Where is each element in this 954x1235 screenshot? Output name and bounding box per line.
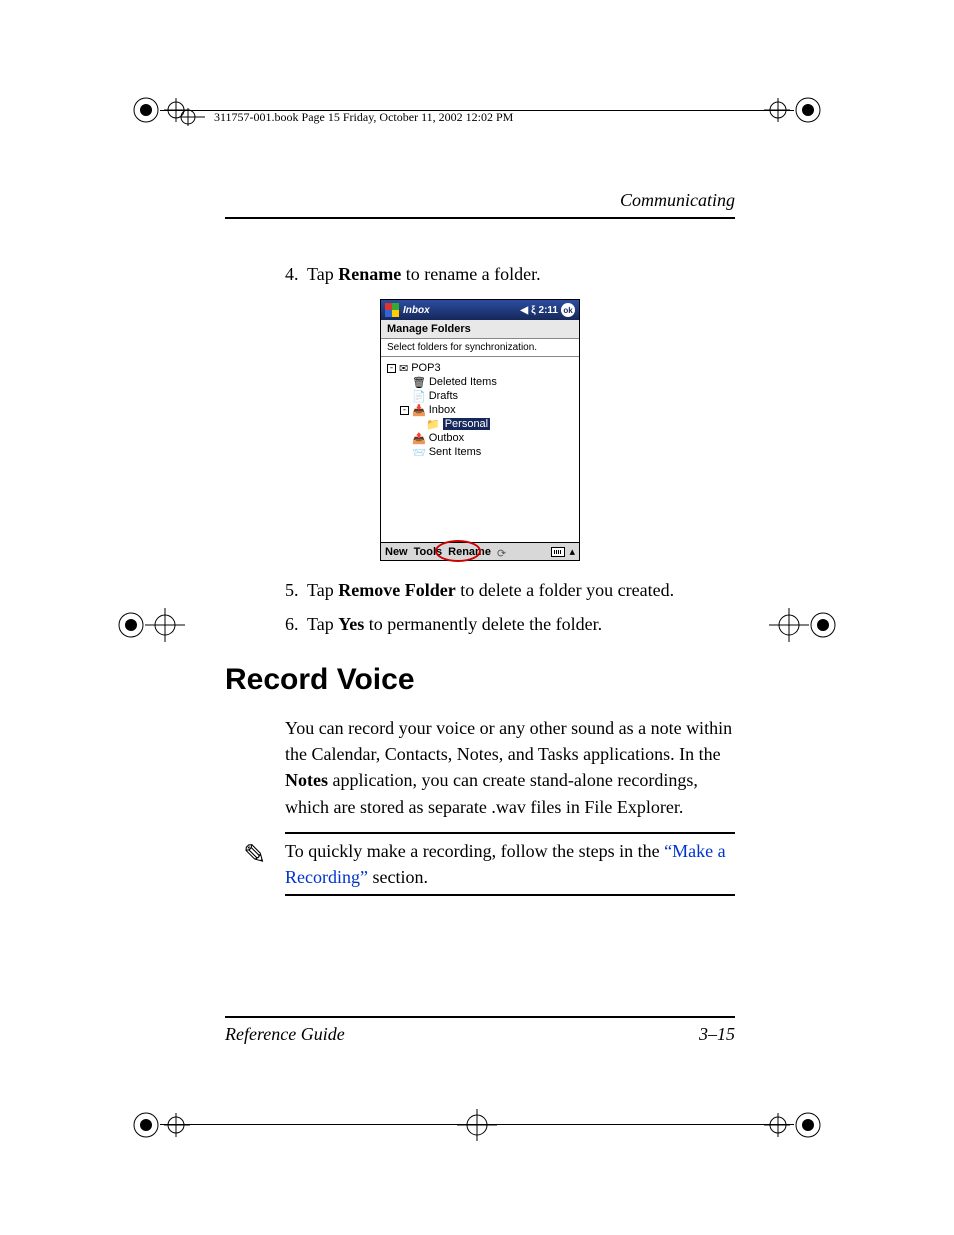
signal-icon: ξ: [531, 305, 535, 316]
step-6: 6. Tap Yes to permanently delete the fol…: [285, 611, 735, 637]
collapse-icon[interactable]: -: [387, 364, 396, 373]
heading-record-voice: Record Voice: [225, 663, 735, 697]
book-stamp-text: 311757-001.book Page 15 Friday, October …: [214, 110, 513, 125]
pda-screenshot: Inbox ◀ ξ 2:11 ok Manage Folders Select …: [380, 299, 580, 561]
folder-icon: 📁: [426, 418, 440, 431]
body-paragraph: You can record your voice or any other s…: [225, 715, 735, 819]
registration-mark-icon: [130, 1103, 190, 1147]
pda-hint: Select folders for synchronization.: [381, 339, 579, 357]
tree-item-outbox[interactable]: 📤 Outbox: [387, 431, 573, 445]
windows-logo-icon: [385, 303, 399, 317]
registration-mark-icon: [457, 1103, 497, 1147]
sync-icon[interactable]: ⟳: [497, 547, 507, 557]
tree-item-drafts[interactable]: 📄 Drafts: [387, 389, 573, 403]
pda-folder-tree: - ✉ POP3 🗑 Deleted Items 📄 Drafts - 📥 In…: [381, 357, 579, 542]
tree-item-personal[interactable]: 📁 Personal: [387, 417, 573, 431]
note-block: ✎ To quickly make a recording, follow th…: [225, 838, 735, 890]
folder-icon: 🗑: [412, 376, 426, 389]
keyboard-icon[interactable]: [551, 547, 565, 557]
footer-left: Reference Guide: [225, 1024, 345, 1045]
collapse-icon[interactable]: -: [400, 406, 409, 415]
note-text-pre: To quickly make a recording, follow the …: [285, 841, 664, 861]
footer-right: 3–15: [699, 1024, 735, 1045]
rule-icon: [285, 832, 735, 834]
rename-menu[interactable]: Rename: [448, 546, 491, 558]
tree-item-sent[interactable]: 📨 Sent Items: [387, 445, 573, 459]
book-stamp-icon: [178, 108, 206, 126]
pda-time: 2:11: [539, 305, 558, 316]
pda-subheader: Manage Folders: [381, 320, 579, 339]
registration-mark-icon: [115, 600, 185, 650]
tree-item-inbox[interactable]: - 📥 Inbox: [387, 403, 573, 417]
inbox-icon: 📥: [412, 404, 426, 417]
tree-item-deleted[interactable]: 🗑 Deleted Items: [387, 375, 573, 389]
folder-icon: 📄: [412, 390, 426, 403]
registration-mark-icon: [769, 600, 839, 650]
mail-account-icon: ✉: [399, 362, 408, 375]
step-list-after: 5. Tap Remove Folder to delete a folder …: [225, 577, 735, 637]
speaker-icon: ◀: [520, 305, 528, 316]
running-head: Communicating: [225, 190, 735, 219]
pencil-note-icon: ✎: [243, 838, 266, 872]
pda-title: Inbox: [403, 305, 516, 316]
rule-icon: [285, 894, 735, 896]
page-footer: Reference Guide 3–15: [225, 1016, 735, 1045]
registration-mark-icon: [764, 1103, 824, 1147]
step-5: 5. Tap Remove Folder to delete a folder …: [285, 577, 735, 603]
note-text-post: section.: [368, 867, 428, 887]
step-list-before: 4. Tap Rename to rename a folder.: [225, 261, 735, 287]
up-arrow-icon[interactable]: ▴: [569, 545, 575, 558]
pda-command-bar: New Tools Rename ⟳ ▴: [381, 542, 579, 560]
new-menu[interactable]: New: [385, 546, 408, 558]
folder-icon: 📨: [412, 446, 426, 459]
tools-menu[interactable]: Tools: [414, 546, 443, 558]
outbox-icon: 📤: [412, 432, 426, 445]
pda-status: ◀ ξ 2:11 ok: [520, 303, 575, 317]
step-4: 4. Tap Rename to rename a folder.: [285, 261, 735, 287]
pda-titlebar: Inbox ◀ ξ 2:11 ok: [381, 300, 579, 320]
tree-root[interactable]: - ✉ POP3: [387, 361, 573, 375]
book-stamp: 311757-001.book Page 15 Friday, October …: [178, 108, 776, 126]
ok-button[interactable]: ok: [561, 303, 575, 317]
